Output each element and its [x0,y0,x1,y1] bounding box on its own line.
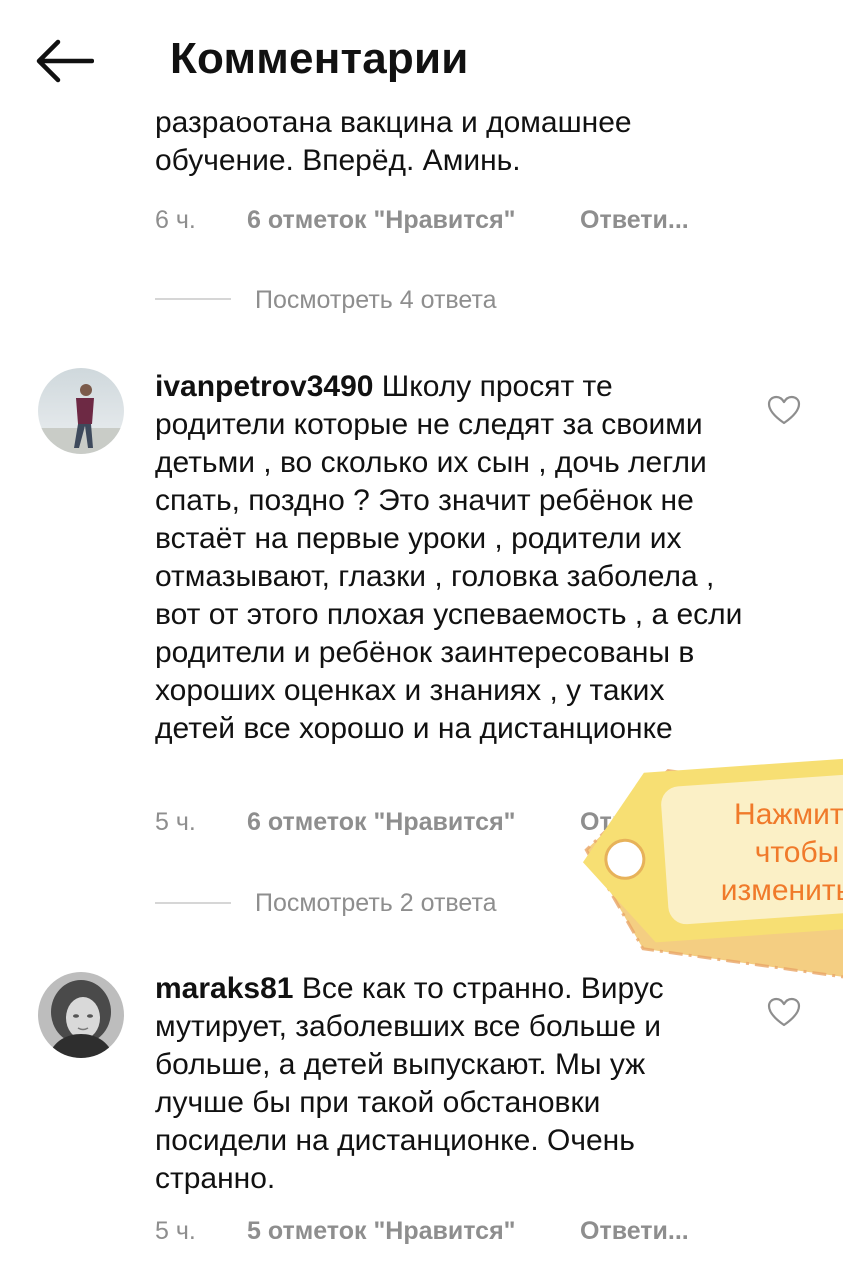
comment-time: 5 ч. [155,808,196,836]
comment-body: ivanpetrov3490 Школу просят те родители … [155,368,745,748]
likes-count-link[interactable]: 6 отметок "Нравится" [247,808,516,837]
view-replies-button[interactable]: Посмотреть 2 ответа [255,889,497,918]
comment-username[interactable]: ivanpetrov3490 [155,370,373,403]
avatar[interactable] [38,972,124,1058]
comment-text-line: обучение. Вперёд. Аминь. [155,144,521,177]
comment-time: 6 ч. [155,206,196,234]
view-replies-button[interactable]: Посмотреть 4 ответа [255,286,497,315]
reply-button[interactable]: Ответи... [580,206,689,235]
avatar[interactable] [38,368,124,454]
back-button[interactable] [34,38,95,84]
likes-count-link[interactable]: 5 отметок "Нравится" [247,1217,516,1246]
replies-divider [155,298,231,300]
sticker-label-line: Нажмите [734,798,843,831]
sticker-label[interactable]: Нажмите чтобы изменить т [662,796,843,910]
sticker-label-line: чтобы [754,836,840,869]
top-bar: Комментарии [0,0,843,116]
reply-button[interactable]: Ответи... [580,1217,689,1246]
likes-count-link[interactable]: 6 отметок "Нравится" [247,206,516,235]
heart-icon [767,395,801,425]
page-title: Комментарии [170,34,469,83]
comment-username[interactable]: maraks81 [155,972,293,1005]
comment-time: 5 ч. [155,1217,196,1245]
like-button[interactable] [767,395,801,425]
replies-divider [155,902,231,904]
arrow-left-icon [36,39,95,83]
sticker-label-line: изменить т [720,874,843,907]
comment-text: Школу просят те родители которые не след… [155,370,743,745]
